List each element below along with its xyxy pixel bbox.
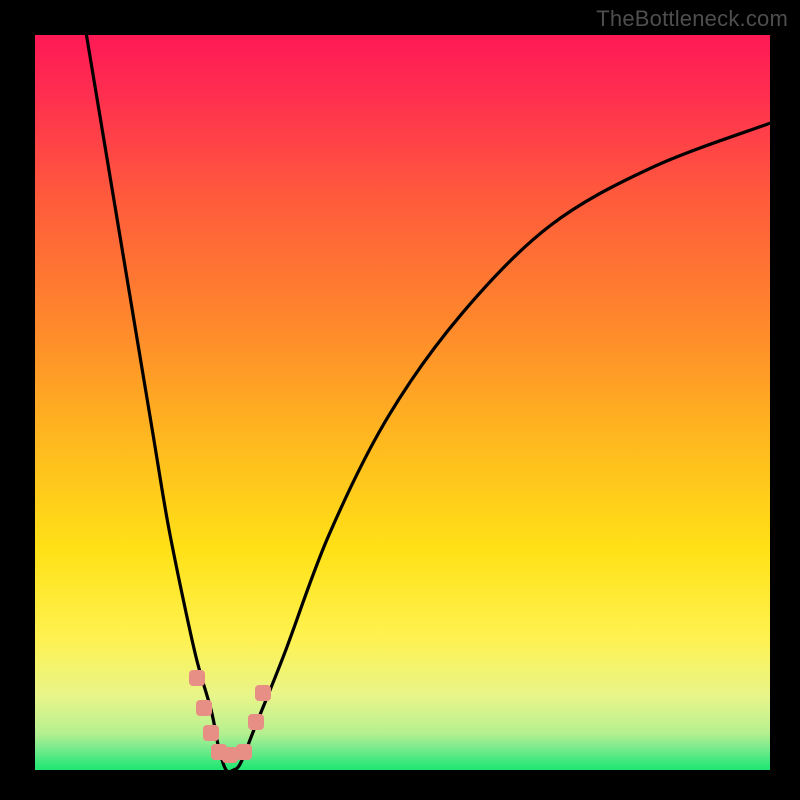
curve-marker	[203, 725, 219, 741]
watermark-text: TheBottleneck.com	[596, 6, 788, 32]
curve-marker	[222, 747, 238, 763]
curve-marker	[248, 714, 264, 730]
plot-area	[35, 35, 770, 770]
bottleneck-curve	[86, 35, 770, 770]
curve-marker	[255, 685, 271, 701]
curve-marker	[196, 700, 212, 716]
curve-layer	[35, 35, 770, 770]
curve-marker	[189, 670, 205, 686]
curve-marker	[236, 744, 252, 760]
chart-frame: TheBottleneck.com	[0, 0, 800, 800]
